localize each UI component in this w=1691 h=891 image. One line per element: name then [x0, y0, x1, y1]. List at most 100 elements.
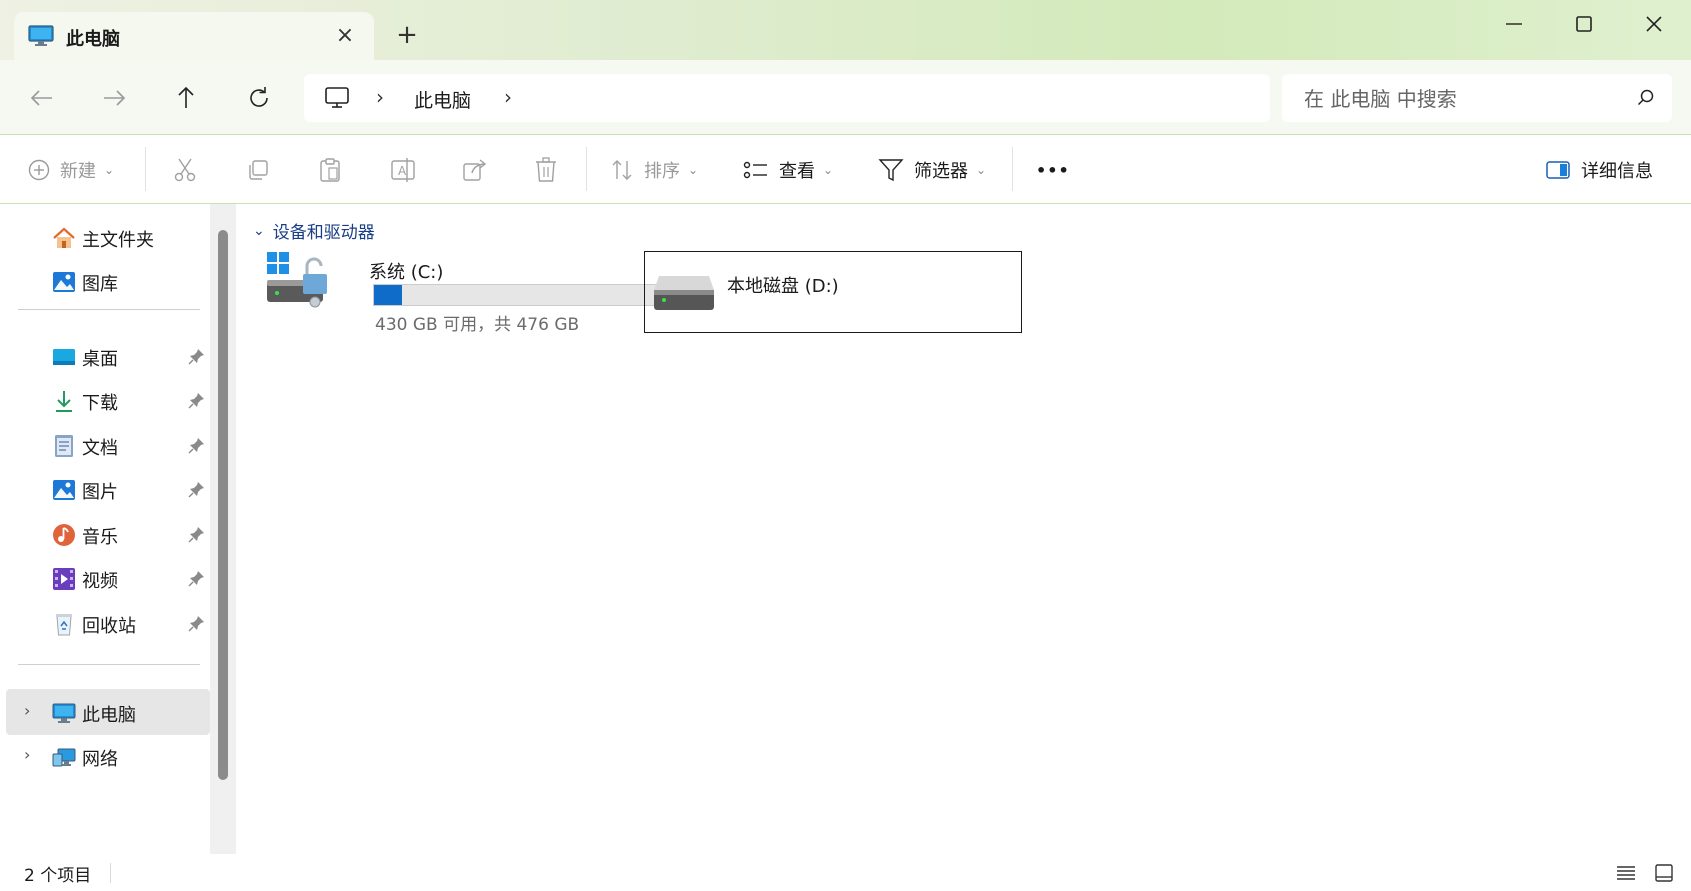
sidebar-item-label: 图片 — [82, 482, 118, 503]
chevron-down-icon: ⌄ — [823, 163, 834, 177]
sidebar-item-videos[interactable]: 视频 — [6, 555, 210, 601]
title-bar: 此电脑 × + — [0, 0, 1691, 60]
hard-drive-icon — [654, 276, 714, 310]
video-icon — [53, 568, 75, 590]
document-icon — [55, 435, 73, 457]
filter-label: 筛选器 — [914, 161, 968, 182]
download-icon — [56, 391, 72, 412]
sidebar-item-label: 视频 — [82, 571, 118, 592]
chevron-down-icon: ⌄ — [253, 222, 265, 239]
close-window-button[interactable] — [1626, 6, 1682, 42]
share-button[interactable] — [462, 153, 488, 187]
sidebar-item-label: 音乐 — [82, 527, 118, 548]
clipboard-icon — [320, 158, 340, 182]
details-pane-icon — [1546, 161, 1570, 179]
sidebar-item-gallery[interactable]: 图库 — [6, 258, 210, 304]
minimize-button[interactable] — [1486, 6, 1542, 42]
more-options-button[interactable]: ••• — [1036, 153, 1070, 187]
breadcrumb-this-pc[interactable]: 此电脑 — [414, 86, 471, 113]
pin-icon[interactable] — [188, 347, 206, 365]
details-label: 详细信息 — [1581, 161, 1653, 182]
copy-icon — [249, 160, 268, 180]
list-view-icon — [1617, 866, 1635, 880]
delete-button[interactable] — [535, 153, 557, 187]
details-view-button[interactable] — [1614, 861, 1638, 885]
tab-this-pc[interactable]: 此电脑 × — [14, 12, 374, 60]
sidebar-item-network[interactable]: › 网络 — [6, 733, 210, 779]
tiles-view-icon — [1655, 864, 1673, 882]
pin-icon[interactable] — [188, 480, 206, 498]
scissors-icon — [174, 158, 196, 182]
recycle-bin-icon — [56, 614, 72, 636]
chevron-right-icon[interactable]: › — [24, 745, 30, 764]
search-input[interactable] — [1282, 74, 1646, 124]
chevron-right-icon[interactable]: › — [504, 85, 512, 109]
arrow-right-icon — [104, 90, 126, 106]
chevron-right-icon[interactable]: › — [376, 85, 384, 109]
sidebar-divider — [18, 664, 200, 665]
filter-button[interactable]: 筛选器 ⌄ — [878, 153, 986, 187]
pin-icon[interactable] — [188, 614, 206, 632]
rename-button[interactable]: A — [390, 153, 416, 187]
sidebar-item-label: 回收站 — [82, 616, 136, 637]
drive-usage-bar — [373, 284, 659, 306]
sidebar-item-recycle-bin[interactable]: 回收站 — [6, 600, 210, 646]
arrow-left-icon — [30, 90, 52, 106]
sidebar-item-downloads[interactable]: 下载 — [6, 377, 210, 423]
refresh-button[interactable] — [243, 82, 275, 114]
new-button[interactable]: 新建 ⌄ — [28, 153, 114, 187]
address-bar[interactable]: › 此电脑 › — [304, 74, 1270, 122]
navigation-bar: › 此电脑 › — [0, 60, 1691, 135]
new-tab-button[interactable]: + — [392, 20, 422, 50]
back-button[interactable] — [26, 82, 58, 114]
navigation-pane: 主文件夹 图库 桌面 下载 文档 图片 音乐 视频 回收站 › 此电脑 › 网络 — [0, 204, 236, 854]
up-button[interactable] — [170, 82, 202, 114]
sidebar-item-label: 下载 — [82, 393, 118, 414]
sidebar-item-home[interactable]: 主文件夹 — [6, 214, 210, 260]
svg-text:A: A — [398, 164, 407, 178]
paste-button[interactable] — [318, 153, 342, 187]
tab-close-button[interactable]: × — [330, 21, 360, 51]
pin-icon[interactable] — [188, 391, 206, 409]
drive-item-c[interactable]: 系统 (C:) 430 GB 可用，共 476 GB — [265, 250, 659, 335]
search-icon[interactable] — [1636, 88, 1656, 108]
tiles-view-button[interactable] — [1652, 861, 1676, 885]
pin-icon[interactable] — [188, 569, 206, 587]
chevron-right-icon[interactable]: › — [24, 701, 30, 720]
share-icon — [463, 159, 487, 181]
drive-item-d[interactable]: 本地磁盘 (D:) — [644, 251, 1022, 333]
group-header-devices[interactable]: ⌄ 设备和驱动器 — [253, 218, 375, 244]
sidebar-item-label: 图库 — [82, 274, 118, 295]
toolbar-divider — [145, 147, 146, 191]
chevron-down-icon: ⌄ — [976, 163, 987, 177]
sidebar-item-documents[interactable]: 文档 — [6, 422, 210, 468]
sidebar-item-label: 桌面 — [82, 349, 118, 370]
sort-label: 排序 — [644, 161, 680, 182]
home-icon — [53, 227, 75, 248]
cut-button[interactable] — [173, 153, 197, 187]
sort-button[interactable]: 排序 ⌄ — [610, 153, 698, 187]
sidebar-item-this-pc[interactable]: › 此电脑 — [6, 689, 210, 735]
pin-icon[interactable] — [188, 436, 206, 454]
sidebar-item-pictures[interactable]: 图片 — [6, 466, 210, 512]
sidebar-scrollbar-thumb[interactable] — [218, 230, 228, 780]
drive-usage-fill — [374, 285, 402, 305]
search-box[interactable] — [1282, 74, 1672, 124]
maximize-icon — [1576, 16, 1592, 32]
drive-name: 系统 (C:) — [369, 262, 444, 283]
sidebar-item-label: 主文件夹 — [82, 230, 154, 251]
trash-icon — [536, 157, 556, 182]
filter-icon — [878, 159, 904, 182]
rename-icon: A — [391, 158, 415, 182]
details-pane-button[interactable]: 详细信息 — [1545, 153, 1653, 187]
status-bar: 2 个项目 — [0, 855, 1691, 891]
monitor-icon — [52, 703, 76, 723]
sidebar-item-desktop[interactable]: 桌面 — [6, 333, 210, 379]
content-area: ⌄ 设备和驱动器 系统 (C:) 430 GB 可用，共 476 GB 本地磁盘… — [237, 204, 1691, 854]
maximize-button[interactable] — [1556, 6, 1612, 42]
pin-icon[interactable] — [188, 525, 206, 543]
copy-button[interactable] — [246, 153, 270, 187]
sidebar-item-music[interactable]: 音乐 — [6, 511, 210, 557]
view-button[interactable]: 查看 ⌄ — [743, 153, 833, 187]
forward-button[interactable] — [98, 82, 130, 114]
